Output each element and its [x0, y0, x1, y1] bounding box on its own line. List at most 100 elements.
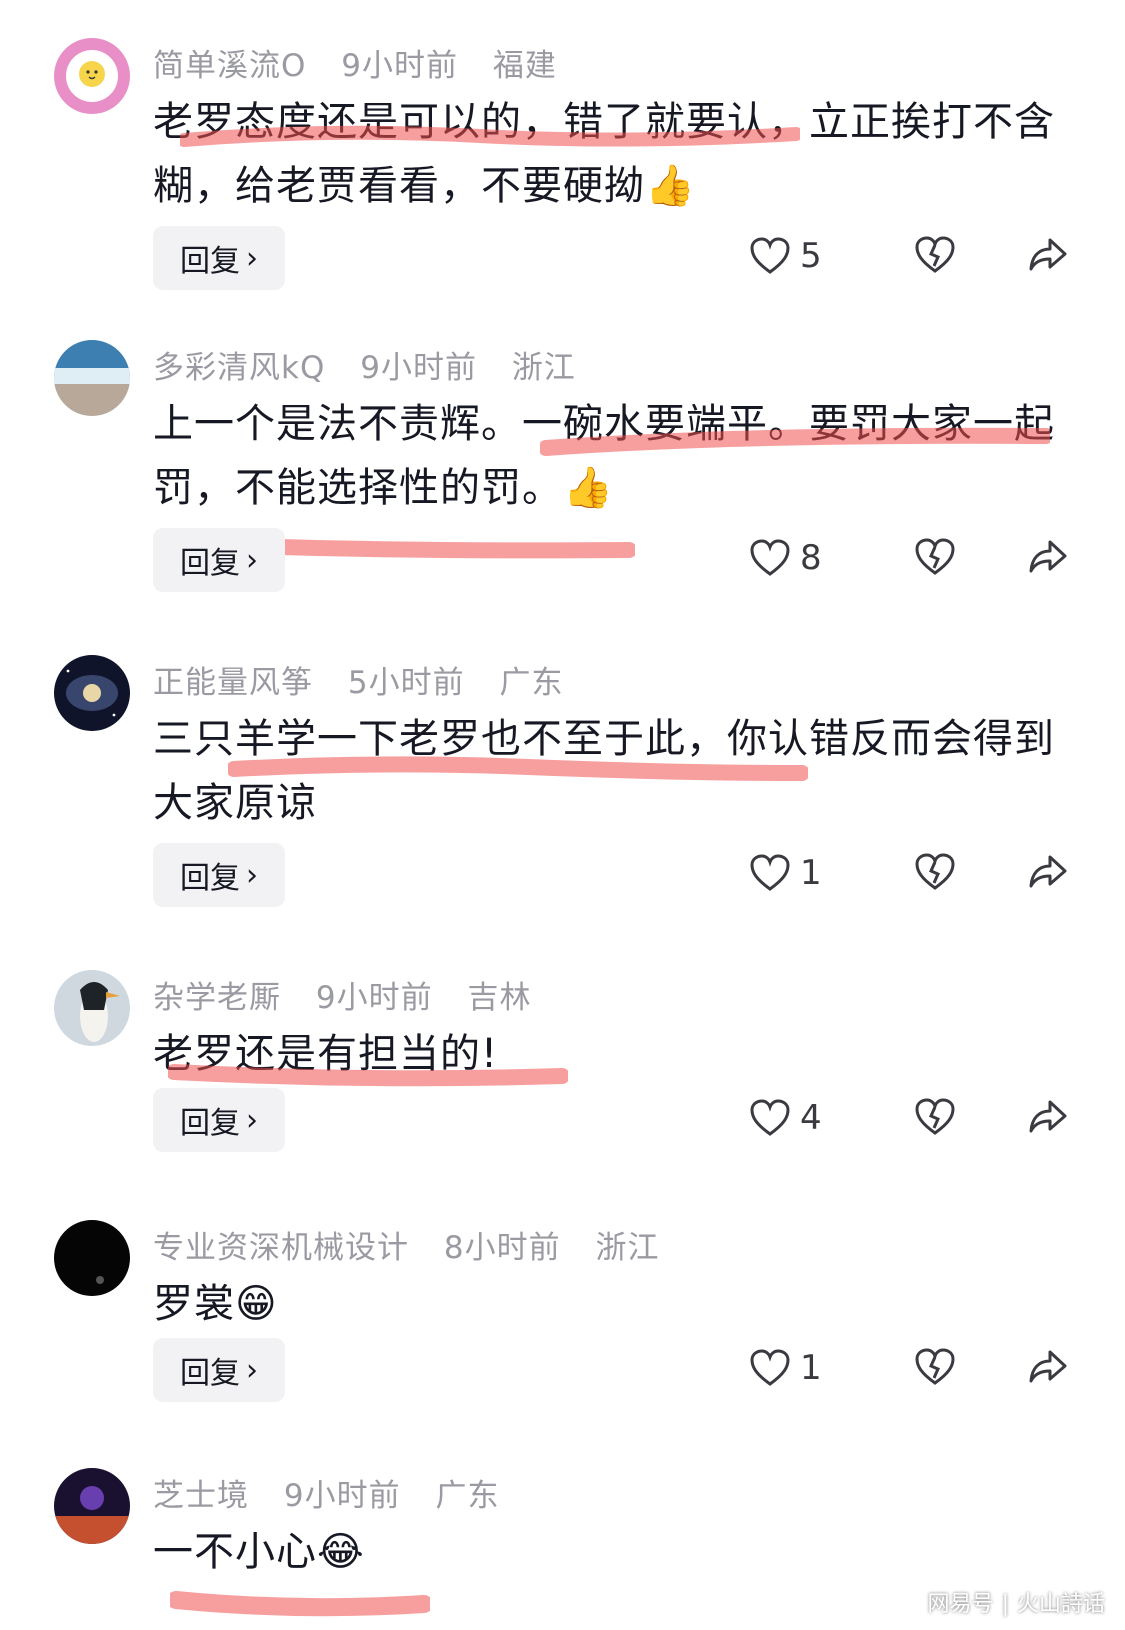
- location: 广东: [435, 1478, 500, 1514]
- like-count: 1: [800, 1348, 822, 1388]
- username[interactable]: 专业资深机械设计: [153, 1230, 409, 1266]
- username[interactable]: 多彩清风kQ: [153, 350, 325, 386]
- username[interactable]: 芝士境: [153, 1478, 249, 1514]
- timestamp: 9小时前: [360, 350, 477, 386]
- share-button[interactable]: [1028, 1098, 1068, 1140]
- dislike-button[interactable]: [915, 236, 955, 278]
- avatar[interactable]: [54, 1468, 130, 1544]
- reply-label: 回复: [180, 546, 240, 581]
- chevron-right-icon: ›: [246, 240, 258, 276]
- watermark-separator: |: [1001, 1592, 1009, 1617]
- dislike-button[interactable]: [915, 1348, 955, 1390]
- like-count: 1: [800, 853, 822, 893]
- dislike-button[interactable]: [915, 853, 955, 895]
- like-button[interactable]: 1: [750, 1348, 822, 1388]
- reply-button[interactable]: 回复 ›: [153, 226, 285, 290]
- comment-text: 老罗态度还是可以的，错了就要认，立正挨打不含糊，给老贾看看，不要硬拗👍: [153, 90, 1073, 218]
- comment-actions: 回复 › 4: [0, 1088, 1125, 1154]
- comment-actions: 回复 › 1: [0, 843, 1125, 909]
- timestamp: 8小时前: [443, 1230, 561, 1266]
- timestamp: 9小时前: [315, 980, 433, 1016]
- comment-body: 一不小心: [153, 1529, 317, 1575]
- grinning-emoji: 😁: [235, 1281, 278, 1327]
- location: 浙江: [511, 350, 576, 386]
- avatar[interactable]: [54, 970, 130, 1046]
- share-arrow-icon: [1029, 1350, 1067, 1383]
- chevron-right-icon: ›: [246, 542, 258, 578]
- highlight-underline: [170, 1591, 430, 1617]
- share-button[interactable]: [1028, 1348, 1068, 1390]
- share-arrow-icon: [1029, 238, 1067, 271]
- like-button[interactable]: 1: [750, 853, 822, 893]
- highlight-underline: [180, 125, 800, 147]
- comment-body: 老罗态度还是可以的，错了就要认，立正挨打不含糊，给老贾看看，不要硬拗: [153, 99, 1055, 209]
- broken-heart-icon: [915, 1348, 955, 1385]
- username[interactable]: 杂学老厮: [153, 980, 281, 1016]
- share-button[interactable]: [1028, 538, 1068, 580]
- broken-heart-icon: [915, 538, 955, 575]
- highlight-underline: [540, 427, 1050, 456]
- highlight-underline: [168, 1064, 568, 1087]
- reply-label: 回复: [180, 861, 240, 896]
- reply-button[interactable]: 回复 ›: [153, 1088, 285, 1152]
- chevron-right-icon: ›: [246, 857, 258, 893]
- reply-button[interactable]: 回复 ›: [153, 528, 285, 592]
- comment-meta: 芝士境 9小时前 广东: [153, 1470, 523, 1515]
- dislike-button[interactable]: [915, 1098, 955, 1140]
- highlight-underline: [228, 756, 808, 781]
- comment-actions: 回复 › 1: [0, 1338, 1125, 1404]
- share-arrow-icon: [1029, 540, 1067, 573]
- username[interactable]: 简单溪流O: [153, 48, 306, 84]
- heart-icon: [750, 1099, 790, 1136]
- comment-actions: 回复 › 5: [0, 226, 1125, 292]
- heart-icon: [750, 1349, 790, 1386]
- comment-actions: 回复 › 8: [0, 528, 1125, 594]
- watermark-left: 网易号: [927, 1592, 994, 1617]
- comment-meta: 简单溪流O 9小时前 福建: [153, 40, 581, 85]
- comment-meta: 多彩清风kQ 9小时前 浙江: [153, 342, 600, 387]
- comment-meta: 正能量风筝 5小时前 广东: [153, 657, 587, 702]
- comment-body: 罗裳: [153, 1281, 235, 1327]
- reply-button[interactable]: 回复 ›: [153, 1338, 285, 1402]
- comment-meta: 杂学老厮 9小时前 吉林: [153, 972, 555, 1017]
- heart-icon: [750, 854, 790, 891]
- timestamp: 9小时前: [341, 48, 458, 84]
- broken-heart-icon: [915, 853, 955, 890]
- timestamp: 9小时前: [283, 1478, 401, 1514]
- reply-label: 回复: [180, 1106, 240, 1141]
- like-button[interactable]: 8: [750, 538, 822, 578]
- comment-text: 一不小心😂: [153, 1520, 1073, 1584]
- like-button[interactable]: 5: [750, 236, 822, 276]
- like-button[interactable]: 4: [750, 1098, 822, 1138]
- avatar[interactable]: [54, 655, 130, 731]
- like-count: 4: [800, 1098, 822, 1138]
- dislike-button[interactable]: [915, 538, 955, 580]
- chevron-right-icon: ›: [246, 1352, 258, 1388]
- location: 福建: [492, 48, 557, 84]
- share-button[interactable]: [1028, 236, 1068, 278]
- username[interactable]: 正能量风筝: [153, 665, 313, 701]
- avatar[interactable]: [54, 1220, 130, 1296]
- heart-icon: [750, 237, 790, 274]
- broken-heart-icon: [915, 236, 955, 273]
- reply-label: 回复: [180, 244, 240, 279]
- like-count: 8: [800, 538, 822, 578]
- watermark-right: 火山詩话: [1016, 1592, 1105, 1617]
- thumbs-up-emoji: 👍: [645, 163, 696, 209]
- share-arrow-icon: [1029, 1100, 1067, 1133]
- chevron-right-icon: ›: [246, 1102, 258, 1138]
- location: 浙江: [595, 1230, 660, 1266]
- broken-heart-icon: [915, 1098, 955, 1135]
- like-count: 5: [800, 236, 822, 276]
- reply-button[interactable]: 回复 ›: [153, 843, 285, 907]
- avatar[interactable]: [54, 38, 130, 114]
- watermark: 网易号 | 火山詩话: [928, 1586, 1105, 1618]
- location: 广东: [499, 665, 564, 701]
- thumbs-up-emoji: 👍: [563, 465, 614, 511]
- comment-meta: 专业资深机械设计 8小时前 浙江: [153, 1222, 683, 1267]
- heart-icon: [750, 539, 790, 576]
- reply-label: 回复: [180, 1356, 240, 1391]
- share-button[interactable]: [1028, 853, 1068, 895]
- share-arrow-icon: [1029, 855, 1067, 888]
- avatar[interactable]: [54, 340, 130, 416]
